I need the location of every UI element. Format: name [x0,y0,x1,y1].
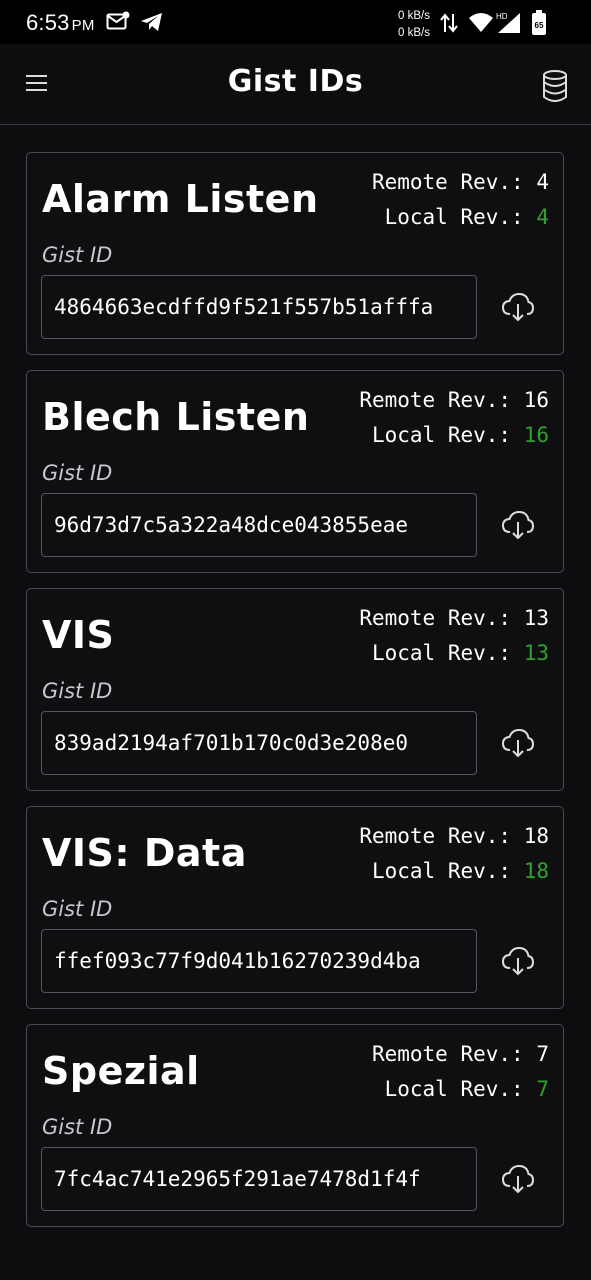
local-rev-value: 16 [523,423,549,447]
local-rev-value: 13 [523,641,549,665]
remote-rev-label: Remote Rev.: [359,606,512,630]
remote-rev-value: 18 [523,824,549,848]
local-rev: Local Rev.: 4 [385,205,549,229]
gist-id-label: Gist ID [42,1115,113,1139]
gist-id-label: Gist ID [42,679,113,703]
gist-id-input[interactable] [41,493,477,557]
local-rev-label: Local Rev.: [371,423,512,447]
battery-level-text: 65 [535,21,544,30]
remote-rev-label: Remote Rev.: [359,388,512,412]
gist-id-input[interactable] [41,711,477,775]
local-rev-label: Local Rev.: [371,859,512,883]
gist-name: Blech Listen [42,395,310,439]
gist-id-label: Gist ID [42,897,113,921]
remote-rev: Remote Rev.: 7 [372,1042,549,1066]
network-speed: 0 kB/s 0 kB/s [398,8,430,42]
battery-icon: 65 [532,10,546,35]
local-rev: Local Rev.: 13 [372,641,549,665]
remote-rev-label: Remote Rev.: [371,170,524,194]
remote-rev: Remote Rev.: 13 [359,606,549,630]
data-transfer-icon [440,13,458,33]
local-rev-value: 7 [536,1077,549,1101]
remote-rev: Remote Rev.: 18 [359,824,549,848]
gist-name: VIS: Data [42,831,247,875]
database-icon[interactable] [541,70,569,102]
remote-rev-value: 13 [523,606,549,630]
gist-id-label: Gist ID [42,243,113,267]
gist-id-input[interactable] [41,1147,477,1211]
speed-up-text: 0 kB/s [398,10,430,22]
remote-rev-label: Remote Rev.: [359,824,512,848]
gist-name: VIS [42,613,115,657]
local-rev: Local Rev.: 16 [372,423,549,447]
speed-down-text: 0 kB/s [398,27,430,39]
cloud-download-icon[interactable] [501,1163,535,1195]
gist-id-label: Gist ID [42,461,113,485]
gist-card: Blech Listen Remote Rev.: 16 Local Rev.:… [26,370,564,573]
local-rev: Local Rev.: 18 [372,859,549,883]
gist-list: Alarm Listen Remote Rev.: 4 Local Rev.: … [0,125,591,1227]
cloud-download-icon[interactable] [501,509,535,541]
gist-card: Spezial Remote Rev.: 7 Local Rev.: 7 Gis… [26,1024,564,1227]
remote-rev: Remote Rev.: 16 [359,388,549,412]
local-rev: Local Rev.: 7 [385,1077,549,1101]
remote-rev-value: 4 [536,170,549,194]
status-ampm: PM [71,17,95,34]
gist-name: Alarm Listen [42,177,319,221]
local-rev-label: Local Rev.: [384,1077,524,1101]
local-rev-label: Local Rev.: [371,641,512,665]
remote-rev: Remote Rev.: 4 [372,170,549,194]
status-bar: 6:53 PM 0 kB/s 0 kB/s HD 65 [0,0,591,44]
gist-name: Spezial [42,1049,200,1093]
local-rev-value: 4 [536,205,549,229]
cloud-download-icon[interactable] [501,727,535,759]
cloud-download-icon[interactable] [501,945,535,977]
telegram-icon [141,13,162,31]
remote-rev-value: 7 [536,1042,549,1066]
app-bar: Gist IDs [0,44,591,125]
gist-card: VIS: Data Remote Rev.: 18 Local Rev.: 18… [26,806,564,1009]
gist-card: Alarm Listen Remote Rev.: 4 Local Rev.: … [26,152,564,355]
gist-card: VIS Remote Rev.: 13 Local Rev.: 13 Gist … [26,588,564,791]
cloud-download-icon[interactable] [501,291,535,323]
gist-id-input[interactable] [41,929,477,993]
local-rev-value: 18 [523,859,549,883]
remote-rev-value: 16 [523,388,549,412]
network-type-text: HD [496,12,508,21]
local-rev-label: Local Rev.: [384,205,524,229]
remote-rev-label: Remote Rev.: [371,1042,524,1066]
mail-notification-icon [106,11,130,30]
gist-id-input[interactable] [41,275,477,339]
status-time-value: 6:53 [26,10,70,35]
page-title: Gist IDs [227,64,364,99]
signal-icon: HD [496,12,520,33]
status-time: 6:53 PM [26,10,95,36]
wifi-icon [469,13,493,32]
